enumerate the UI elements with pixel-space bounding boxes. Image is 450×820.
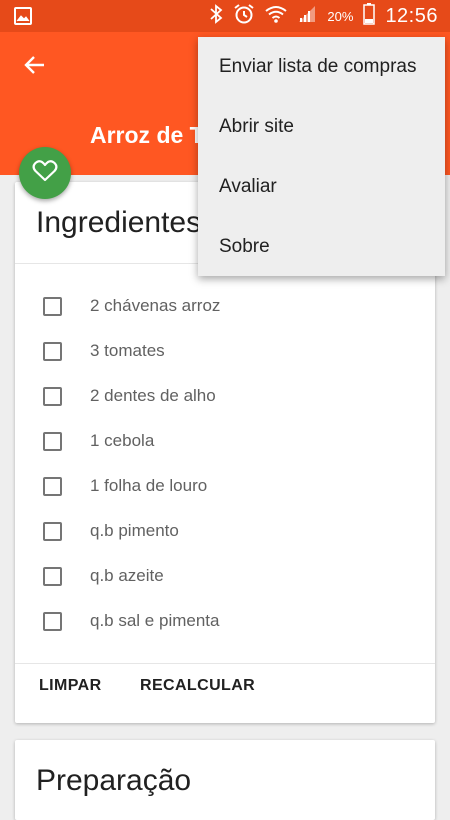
heart-icon bbox=[32, 159, 58, 188]
ingredient-label: q.b azeite bbox=[90, 566, 164, 585]
list-item[interactable]: q.b sal e pimenta bbox=[43, 606, 219, 636]
status-bar: 20% 12:56 bbox=[0, 0, 450, 32]
ingredient-label: 2 dentes de alho bbox=[90, 386, 216, 405]
checkbox[interactable] bbox=[43, 521, 62, 541]
ingredient-label: 2 chávenas arroz bbox=[90, 296, 221, 315]
back-button[interactable] bbox=[18, 50, 52, 84]
ingredient-label: 1 cebola bbox=[90, 431, 155, 450]
clock: 12:56 bbox=[385, 4, 438, 27]
bluetooth-icon bbox=[209, 3, 223, 29]
list-item[interactable]: 2 chávenas arroz bbox=[43, 291, 220, 321]
list-item[interactable]: 1 cebola bbox=[43, 426, 154, 456]
checkbox[interactable] bbox=[43, 431, 62, 451]
arrow-back-icon bbox=[23, 53, 47, 82]
checkbox[interactable] bbox=[43, 296, 62, 316]
list-item[interactable]: 1 folha de louro bbox=[43, 471, 207, 501]
preparation-title: Preparação bbox=[36, 764, 192, 797]
battery-percent: 20% bbox=[327, 8, 354, 24]
preparation-card: Preparação bbox=[15, 740, 435, 820]
list-item[interactable]: 2 dentes de alho bbox=[43, 381, 216, 411]
ingredient-label: q.b pimento bbox=[90, 521, 179, 540]
alarm-icon bbox=[233, 3, 255, 30]
ingredients-title: Ingredientes bbox=[36, 206, 202, 239]
recalculate-button[interactable]: RECALCULAR bbox=[140, 677, 255, 695]
signal-icon bbox=[297, 4, 317, 29]
wifi-icon bbox=[265, 4, 288, 29]
menu-item-rate[interactable]: Avaliar bbox=[198, 157, 445, 217]
checkbox[interactable] bbox=[43, 611, 62, 631]
ingredient-label: 1 folha de louro bbox=[90, 476, 208, 495]
list-item[interactable]: 3 tomates bbox=[43, 336, 165, 366]
ingredient-label: q.b sal e pimenta bbox=[90, 611, 220, 630]
clear-button[interactable]: LIMPAR bbox=[39, 677, 102, 695]
ingredient-label: 3 tomates bbox=[90, 341, 165, 360]
list-item[interactable]: q.b azeite bbox=[43, 561, 164, 591]
status-icons: 20% 12:56 bbox=[209, 0, 438, 32]
image-icon bbox=[14, 7, 32, 25]
checkbox[interactable] bbox=[43, 566, 62, 586]
divider bbox=[15, 663, 435, 664]
battery-icon bbox=[363, 2, 376, 30]
favorite-button[interactable] bbox=[19, 147, 71, 199]
recipe-title: Arroz de T bbox=[90, 122, 204, 148]
menu-item-open-site[interactable]: Abrir site bbox=[198, 97, 445, 157]
overflow-menu: Enviar lista de compras Abrir site Avali… bbox=[198, 37, 445, 276]
checkbox[interactable] bbox=[43, 341, 62, 361]
menu-item-about[interactable]: Sobre bbox=[198, 217, 445, 277]
checkbox[interactable] bbox=[43, 476, 62, 496]
list-item[interactable]: q.b pimento bbox=[43, 516, 179, 546]
card-actions: LIMPAR RECALCULAR bbox=[15, 677, 435, 707]
menu-item-send-shopping-list[interactable]: Enviar lista de compras bbox=[198, 37, 445, 97]
checkbox[interactable] bbox=[43, 386, 62, 406]
